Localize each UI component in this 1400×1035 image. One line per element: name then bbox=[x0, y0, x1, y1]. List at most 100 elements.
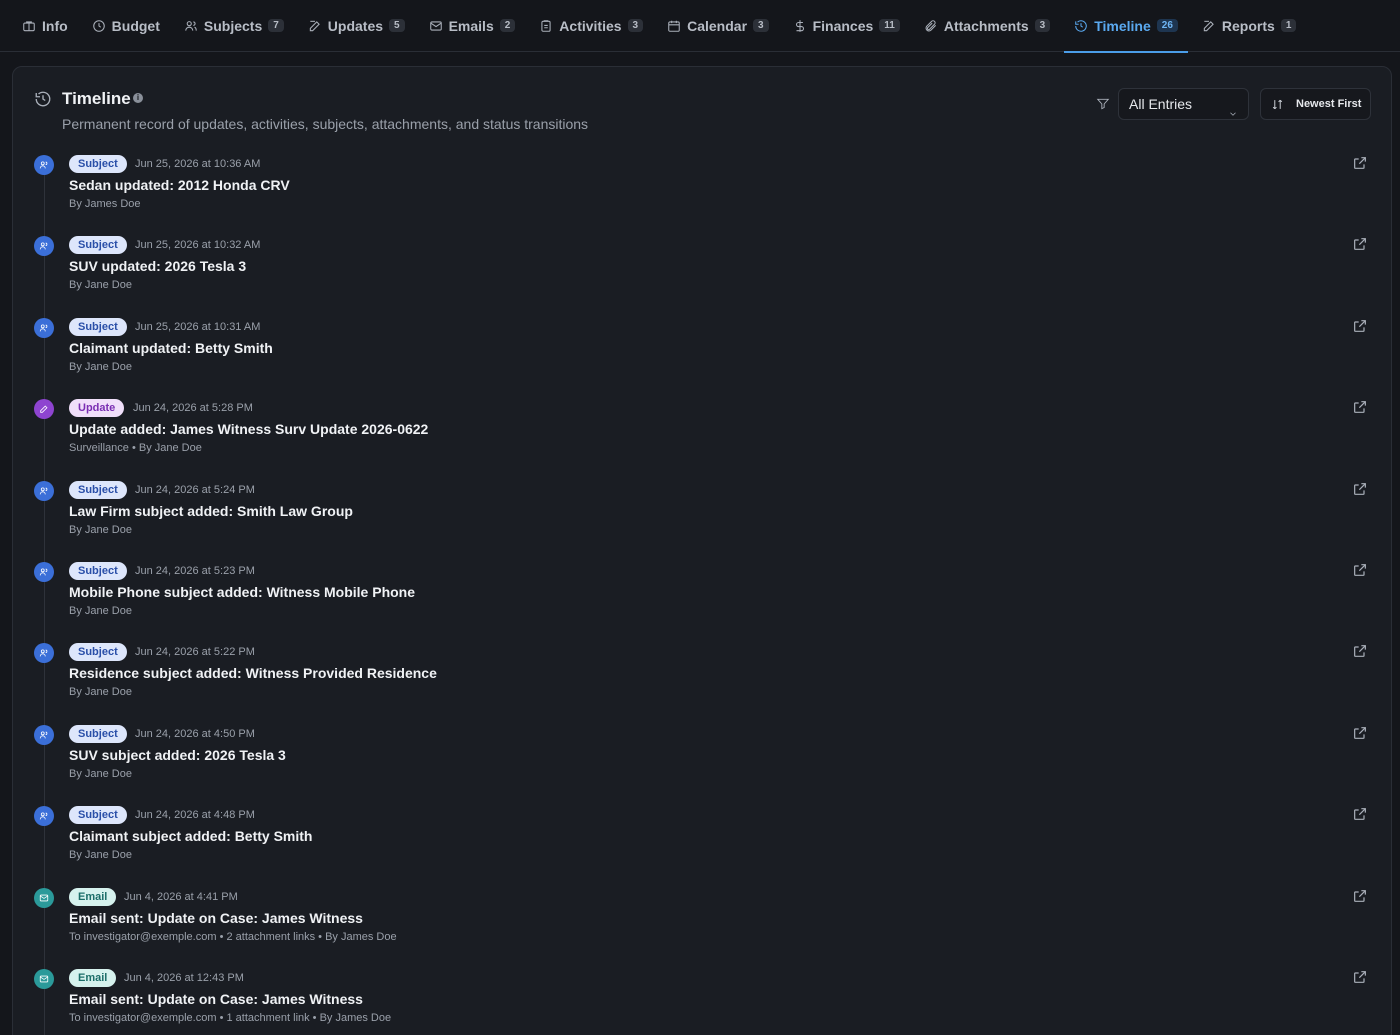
tab-label: Emails bbox=[448, 17, 494, 34]
timeline-entry: Subject Jun 25, 2026 at 10:32 AM SUV updat… bbox=[13, 228, 1391, 309]
external-link-icon[interactable] bbox=[1352, 888, 1368, 904]
entry-type-badge: Subject bbox=[69, 643, 127, 662]
tab-count-badge: 2 bbox=[499, 19, 516, 32]
briefcase-icon bbox=[23, 20, 35, 31]
tab-label: Calendar bbox=[687, 17, 748, 34]
entry-meta: By Jane Doe bbox=[69, 686, 132, 699]
external-link-icon[interactable] bbox=[1352, 562, 1368, 578]
mail-icon bbox=[39, 894, 49, 901]
entry-title: Residence subject added: Witness Provide… bbox=[69, 665, 437, 682]
timeline-entry: Subject Jun 24, 2026 at 4:48 PM Claimant s… bbox=[13, 798, 1391, 879]
entry-meta: By Jane Doe bbox=[69, 360, 132, 373]
external-link-icon[interactable] bbox=[1352, 236, 1368, 252]
entry-type-badge: Subject bbox=[69, 317, 127, 336]
tab-emails[interactable]: Emails 2 bbox=[429, 0, 516, 52]
user-icon bbox=[39, 161, 48, 169]
entry-meta: By James Doe bbox=[69, 198, 141, 210]
entry-type-badge: Subject bbox=[69, 155, 127, 173]
entry-timestamp: Jun 24, 2026 at 5:22 PM bbox=[135, 646, 255, 659]
tab-activities[interactable]: Activities 3 bbox=[539, 0, 644, 52]
entry-type-badge: Subject bbox=[69, 236, 127, 255]
subject-dot bbox=[34, 643, 54, 664]
entry-meta: By Jane Doe bbox=[69, 523, 132, 536]
tab-updates[interactable]: Updates 5 bbox=[308, 0, 405, 52]
tab-timeline[interactable]: Timeline 26 bbox=[1064, 0, 1188, 53]
sort-icon bbox=[1272, 99, 1283, 109]
info-icon[interactable]: i bbox=[133, 93, 143, 103]
entry-type-badge: Subject bbox=[69, 724, 127, 743]
subject-dot bbox=[34, 806, 54, 827]
tab-budget[interactable]: Budget bbox=[92, 0, 160, 52]
entry-filter-value: All Entries bbox=[1129, 96, 1193, 112]
tab-attachments[interactable]: Attachments 3 bbox=[924, 0, 1051, 52]
entry-type-badge: Subject bbox=[69, 562, 127, 580]
timeline-entry: Email Jun 4, 2026 at 12:43 PM Email sent: … bbox=[13, 961, 1391, 1035]
tab-count-badge: 3 bbox=[627, 19, 644, 32]
entry-timestamp: Jun 24, 2026 at 5:24 PM bbox=[135, 483, 255, 496]
tab-count-badge: 5 bbox=[389, 19, 405, 32]
tab-finances[interactable]: Finances 11 bbox=[793, 0, 900, 52]
subject-dot bbox=[34, 562, 54, 582]
subject-dot bbox=[34, 155, 54, 175]
entry-title: Update added: James Witness Surv Update … bbox=[69, 421, 429, 438]
timeline-panel: Timeline i Permanent record of updates, … bbox=[12, 66, 1392, 1035]
entry-filter-select[interactable]: All Entries bbox=[1118, 88, 1249, 120]
entry-meta: By Jane Doe bbox=[69, 849, 132, 862]
tab-label: Subjects bbox=[203, 17, 263, 34]
entry-timestamp: Jun 25, 2026 at 10:32 AM bbox=[135, 239, 261, 252]
entry-timestamp: Jun 24, 2026 at 5:23 PM bbox=[135, 565, 255, 577]
timeline-entry: Subject Jun 24, 2026 at 5:22 PM Residence … bbox=[13, 635, 1391, 716]
entry-meta: To investigator@exemple.com • 2 attachme… bbox=[69, 930, 397, 943]
external-link-icon[interactable] bbox=[1352, 643, 1368, 659]
chevron-down-icon bbox=[1228, 99, 1238, 116]
entry-title: Email sent: Update on Case: James Witnes… bbox=[69, 991, 363, 1007]
mail-icon bbox=[39, 975, 49, 983]
entry-title: Claimant subject added: Betty Smith bbox=[69, 828, 313, 845]
entry-meta: Surveillance • By Jane Doe bbox=[69, 442, 202, 455]
timeline-entry: Subject Jun 25, 2026 at 10:36 AM Sedan upd… bbox=[13, 147, 1391, 228]
tab-label: Timeline bbox=[1094, 17, 1151, 34]
entry-type-badge: Email bbox=[69, 969, 117, 987]
tab-count-badge: 26 bbox=[1156, 19, 1178, 32]
tab-label: Info bbox=[42, 17, 68, 34]
subject-dot bbox=[34, 236, 54, 257]
entry-title: Email sent: Update on Case: James Witnes… bbox=[69, 909, 363, 926]
calendar-icon bbox=[668, 20, 680, 32]
tab-label: Activities bbox=[559, 17, 622, 34]
entry-title: Sedan updated: 2012 Honda CRV bbox=[69, 177, 290, 193]
clock-icon bbox=[92, 19, 105, 32]
page-subtitle: Permanent record of updates, activities,… bbox=[62, 116, 589, 132]
sort-order-button[interactable]: Newest First bbox=[1260, 88, 1371, 120]
tab-info[interactable]: Info bbox=[22, 0, 68, 52]
external-link-icon[interactable] bbox=[1352, 806, 1368, 822]
email-dot bbox=[34, 969, 54, 989]
tab-calendar[interactable]: Calendar 3 bbox=[667, 0, 769, 52]
entry-meta: To investigator@exemple.com • 1 attachme… bbox=[69, 1012, 392, 1024]
external-link-icon[interactable] bbox=[1352, 399, 1368, 415]
tab-bar: Info Budget Subjects 7 Updates 5 Emails 2 Activi… bbox=[0, 0, 1400, 53]
entry-title: Law Firm subject added: Smith Law Group bbox=[69, 502, 353, 519]
tab-reports[interactable]: Reports 1 bbox=[1202, 0, 1297, 52]
entry-title: SUV subject added: 2026 Tesla 3 bbox=[69, 746, 286, 763]
user-icon bbox=[39, 568, 48, 576]
entry-timestamp: Jun 4, 2026 at 12:43 PM bbox=[124, 972, 244, 984]
tab-count-badge: 3 bbox=[753, 19, 769, 32]
timeline-entry: Email Jun 4, 2026 at 4:41 PM Email sent: U… bbox=[13, 880, 1391, 961]
tab-label: Finances bbox=[812, 17, 874, 34]
external-link-icon[interactable] bbox=[1352, 969, 1368, 985]
tab-label: Attachments bbox=[943, 17, 1029, 34]
users-icon bbox=[185, 20, 197, 31]
tab-subjects[interactable]: Subjects 7 bbox=[184, 0, 284, 52]
edit-icon bbox=[40, 405, 48, 413]
entry-meta: By Jane Doe bbox=[69, 279, 132, 292]
external-link-icon[interactable] bbox=[1352, 481, 1368, 497]
external-link-icon[interactable] bbox=[1352, 318, 1368, 334]
email-dot bbox=[34, 887, 54, 908]
tab-count-badge: 1 bbox=[1280, 19, 1297, 32]
external-link-icon[interactable] bbox=[1352, 155, 1368, 171]
user-icon bbox=[39, 487, 48, 494]
entry-timestamp: Jun 24, 2026 at 4:48 PM bbox=[135, 809, 255, 822]
external-link-icon[interactable] bbox=[1352, 725, 1368, 741]
entry-type-badge: Update bbox=[69, 399, 125, 418]
history-icon bbox=[34, 90, 52, 108]
